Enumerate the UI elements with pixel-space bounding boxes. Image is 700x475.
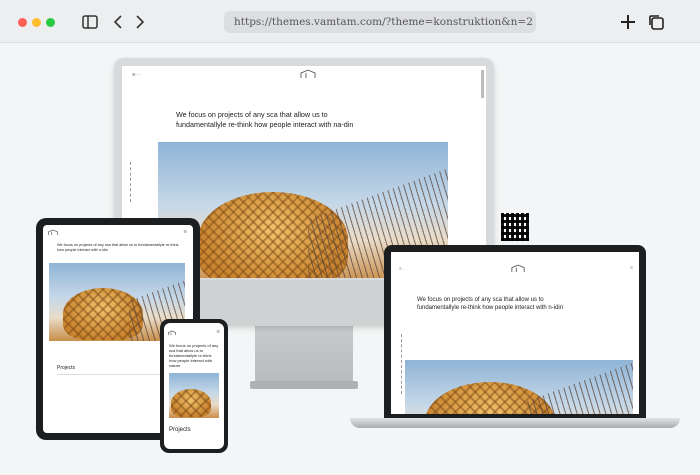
pavilion-dome [171, 389, 211, 417]
phone-screen: ☰ We focus on projects of any sca that a… [164, 323, 224, 449]
browser-titlebar: https://themes.vamtam.com/?theme=konstru… [0, 0, 700, 43]
staircase [525, 360, 633, 414]
laptop-logo-icon [511, 264, 525, 272]
laptop-mockup: ☰ ··· ☰ We focus on projects of any sca … [384, 245, 646, 420]
phone-mockup: ☰ We focus on projects of any sca that a… [160, 319, 228, 453]
phone-menu-icon[interactable]: ☰ [216, 329, 220, 334]
imac-side-dash [130, 162, 132, 202]
imac-headline: We focus on projects of any sca that all… [176, 110, 354, 129]
imac-stand-foot [250, 381, 358, 389]
tablet-menu-icon[interactable]: ☰ [183, 229, 187, 234]
laptop-nav-icon[interactable]: ☰ ··· [399, 267, 406, 271]
tablet-divider [57, 374, 177, 375]
minimize-window-button[interactable] [32, 18, 41, 27]
laptop-screen: ☰ ··· ☰ We focus on projects of any sca … [391, 252, 639, 414]
laptop-side-dash [401, 334, 403, 394]
close-window-button[interactable] [18, 18, 27, 27]
maximize-window-button[interactable] [46, 18, 55, 27]
laptop-headline: We focus on projects of any sca that all… [417, 297, 564, 311]
url-text: https://themes.vamtam.com/?theme=konstru… [234, 16, 533, 28]
tablet-projects-label[interactable]: Projects [57, 365, 75, 371]
back-arrow-icon[interactable] [108, 12, 128, 32]
imac-stand [255, 326, 353, 384]
qr-code [501, 213, 529, 241]
new-tab-plus-icon[interactable] [618, 12, 638, 32]
site-menu-icon[interactable]: ☰ ··· [132, 72, 141, 77]
phone-headline: We focus on projects of any sca that all… [169, 343, 219, 368]
site-logo-icon[interactable] [300, 69, 316, 79]
phone-projects-label[interactable]: Projects [169, 427, 191, 433]
sidebar-toggle-icon[interactable] [80, 12, 100, 32]
laptop-base [350, 418, 680, 428]
laptop-menu-label[interactable]: ☰ [630, 266, 633, 270]
laptop-hero-image [405, 360, 633, 414]
tablet-headline: We focus on projects of any sca that all… [57, 243, 179, 252]
tablet-logo-icon [48, 229, 58, 235]
phone-hero-image [169, 373, 219, 418]
imac-scrollbar[interactable] [481, 70, 484, 98]
phone-logo-icon [168, 330, 176, 335]
tab-overview-icon[interactable] [646, 12, 666, 32]
forward-arrow-icon[interactable] [130, 12, 150, 32]
address-bar[interactable]: https://themes.vamtam.com/?theme=konstru… [224, 11, 536, 33]
device-mockup-stage: ☰ ··· We focus on projects of any sca th… [0, 43, 700, 475]
